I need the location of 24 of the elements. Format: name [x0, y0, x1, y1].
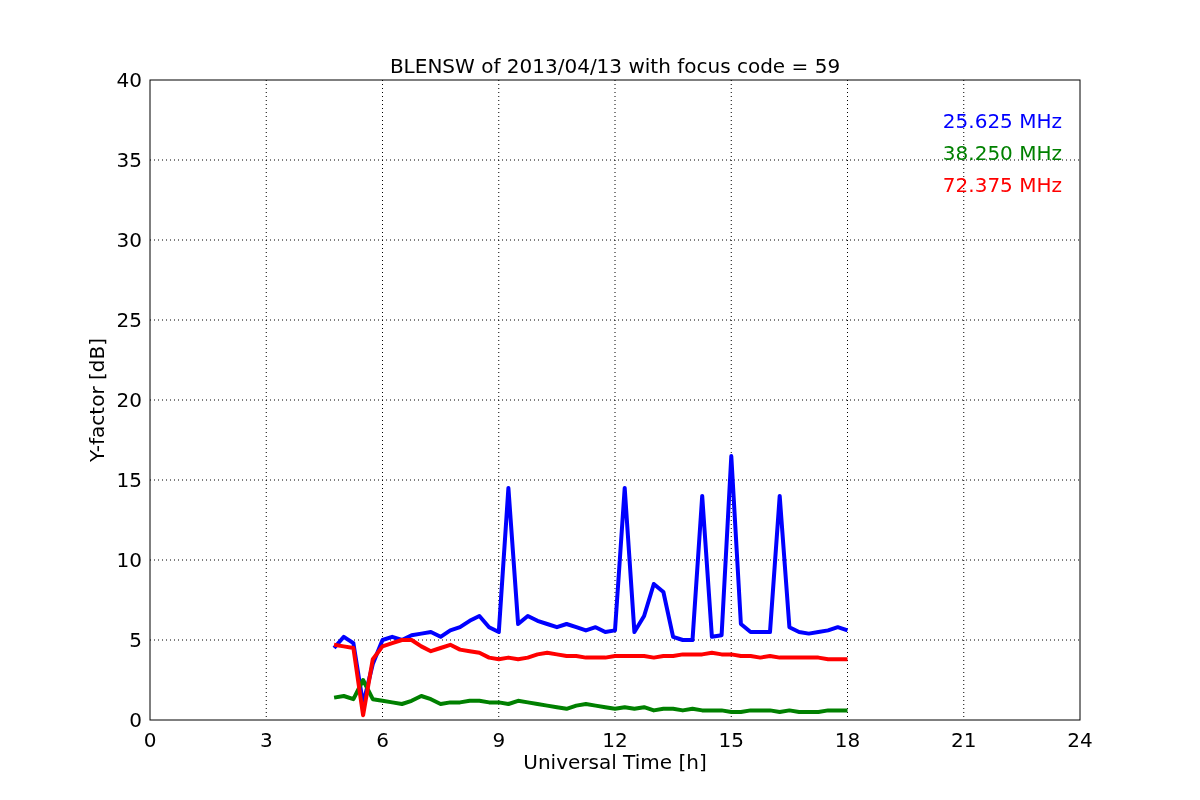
x-tick-label: 15 — [718, 728, 744, 752]
x-tick-label: 3 — [259, 728, 273, 752]
legend-label: 25.625 MHz — [942, 109, 1062, 133]
y-tick-label: 40 — [116, 68, 142, 92]
y-tick-label: 0 — [129, 708, 142, 732]
x-tick-label: 21 — [951, 728, 977, 752]
x-tick-label: 12 — [602, 728, 628, 752]
y-tick-label: 5 — [129, 628, 142, 652]
x-tick-label: 0 — [143, 728, 157, 752]
y-tick-label: 10 — [116, 548, 142, 572]
legend-label: 38.250 MHz — [942, 141, 1062, 165]
y-axis-label: Y-factor [dB] — [85, 338, 109, 462]
x-tick-label: 24 — [1067, 728, 1093, 752]
x-axis-label: Universal Time [h] — [523, 750, 707, 774]
x-tick-label: 6 — [376, 728, 389, 752]
y-tick-label: 35 — [116, 148, 142, 172]
y-tick-label: 20 — [116, 388, 142, 412]
y-tick-label: 30 — [116, 228, 142, 252]
x-tick-label: 9 — [492, 728, 506, 752]
legend-label: 72.375 MHz — [942, 173, 1062, 197]
y-tick-label: 25 — [116, 308, 142, 332]
x-tick-label: 18 — [834, 728, 861, 752]
chart-title: BLENSW of 2013/04/13 with focus code = 59 — [389, 54, 841, 78]
y-tick-label: 15 — [116, 468, 142, 492]
